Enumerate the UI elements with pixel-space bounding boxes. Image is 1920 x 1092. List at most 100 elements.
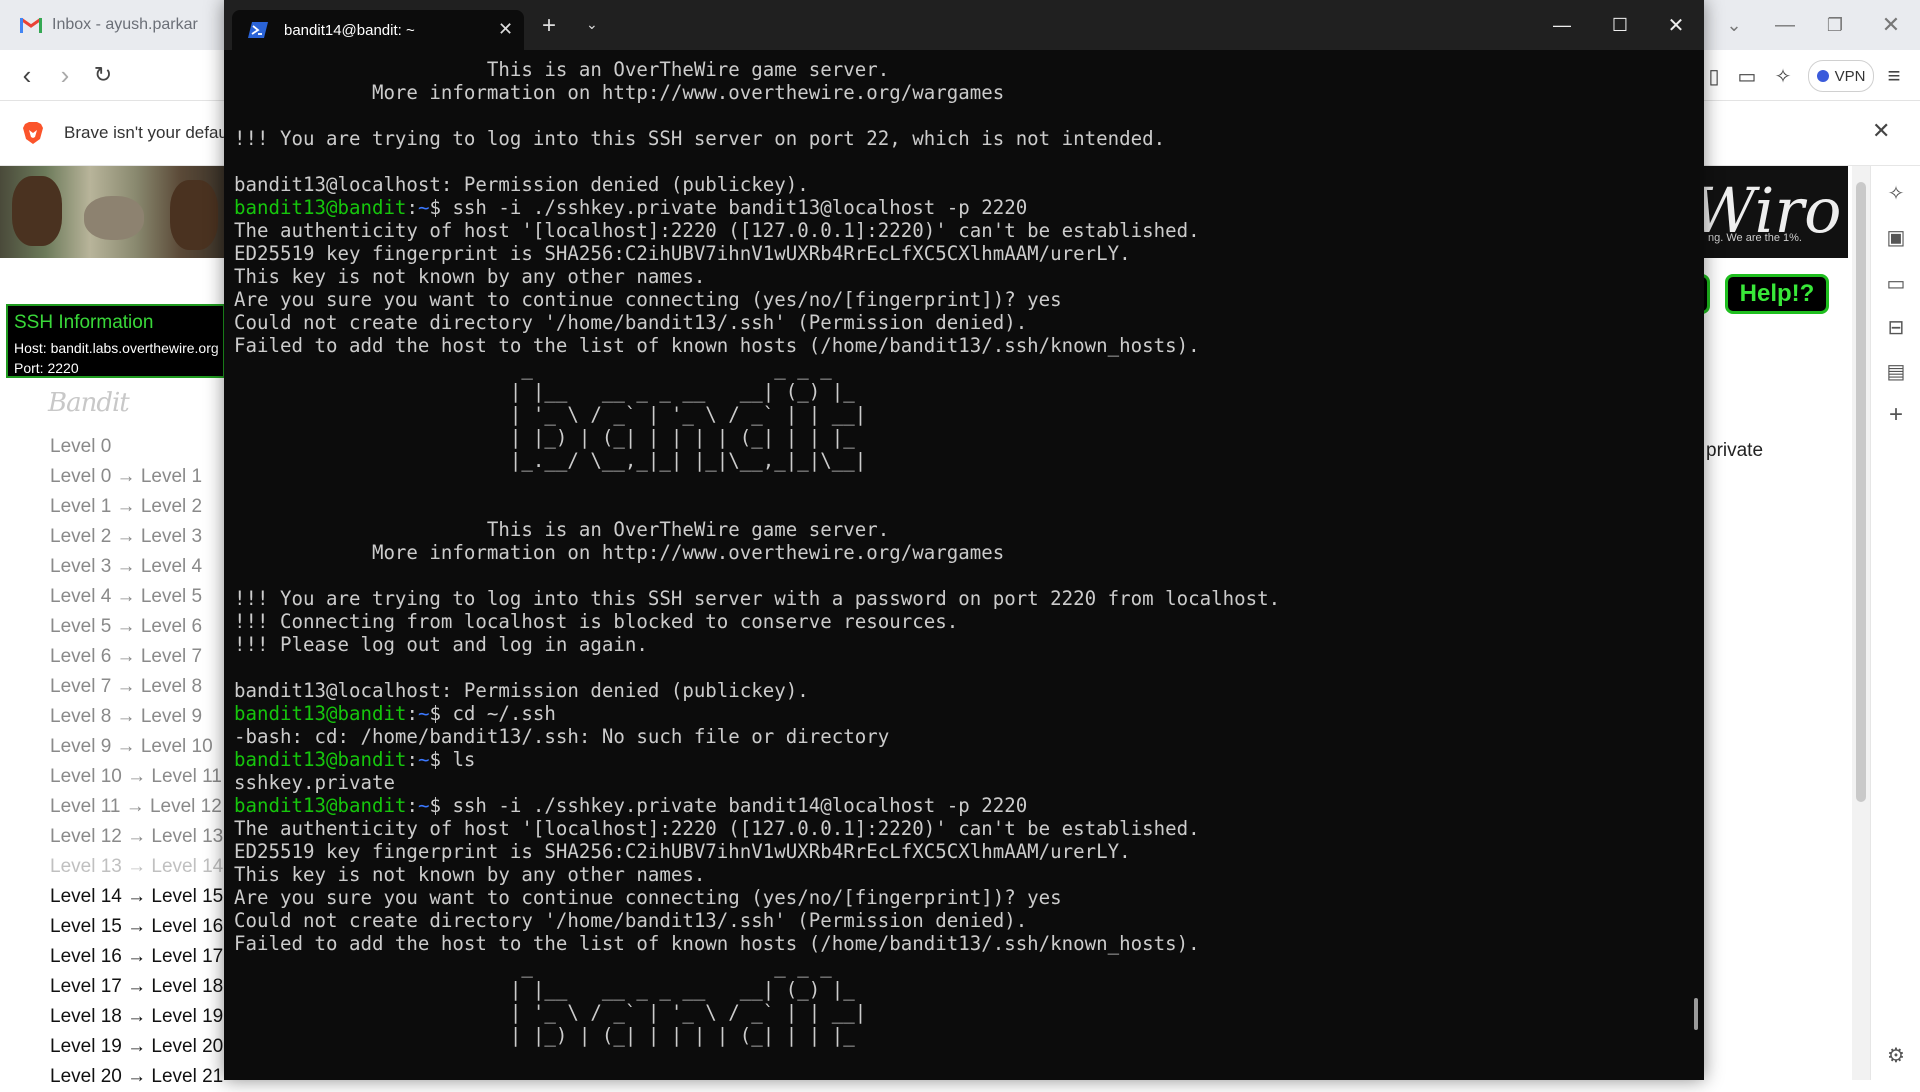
level-link[interactable]: Level 14 → Level 15 — [50, 882, 223, 912]
terminal-prompt-line: bandit13@bandit:~$ ls — [234, 748, 1674, 771]
prompt-dollar: $ — [429, 196, 453, 219]
level-link[interactable]: Level 20 → Level 21 — [50, 1062, 223, 1092]
bandit-logo: Bandit — [48, 388, 130, 418]
terminal-output-line: Could not create directory '/home/bandit… — [234, 909, 1028, 932]
sidebar-toggle-icon[interactable]: ▯ — [1700, 62, 1728, 90]
prompt-user-host: bandit13@bandit — [234, 702, 407, 725]
terminal-output-line: The authenticity of host '[localhost]:22… — [234, 219, 1200, 242]
tab-dropdown-chevron-icon[interactable]: ⌄ — [586, 16, 598, 33]
level-link[interactable]: Level 4 → Level 5 — [50, 582, 223, 612]
terminal-maximize-icon[interactable]: ☐ — [1592, 0, 1648, 50]
prompt-dollar: $ — [429, 702, 453, 725]
terminal-tab[interactable]: bandit14@bandit: ~ ✕ — [232, 10, 524, 50]
level-link[interactable]: Level 17 → Level 18 — [50, 972, 223, 1002]
level-link[interactable]: Level 19 → Level 20 — [50, 1032, 223, 1062]
ssh-info-title: SSH Information — [14, 312, 154, 333]
terminal-output-line: | '_ \ / _` | '_ \ / _` | | __| — [234, 1001, 867, 1024]
terminal-output-line: |_.__/ \__,_|_| |_|\__,_|_|\__| — [234, 449, 867, 472]
domo-cat-banner-image — [0, 166, 225, 258]
terminal-output-line: | |_) | (_| | | | | (_| | | |_ — [234, 426, 855, 449]
terminal-prompt-line: bandit13@bandit:~$ ssh -i ./sshkey.priva… — [234, 196, 1674, 219]
level-link[interactable]: Level 6 → Level 7 — [50, 642, 223, 672]
terminal-prompt-line: bandit13@bandit:~$ ssh -i ./sshkey.priva… — [234, 794, 1674, 817]
level-link[interactable]: Level 10 → Level 11 — [50, 762, 223, 792]
restore-icon[interactable]: ❐ — [1810, 0, 1860, 50]
terminal-tab-close-icon[interactable]: ✕ — [498, 19, 513, 40]
terminal-tab-title: bandit14@bandit: ~ — [284, 22, 415, 39]
new-tab-plus-icon[interactable]: + — [542, 12, 556, 40]
vpn-button[interactable]: VPN — [1808, 60, 1874, 92]
media-sidebar-icon[interactable]: ▣ — [1883, 224, 1909, 250]
wallet-sidebar-icon[interactable]: ▭ — [1883, 270, 1909, 296]
terminal-output-line: Failed to add the host to the list of kn… — [234, 334, 1200, 357]
terminal-output-line: !!! You are trying to log into this SSH … — [234, 127, 1166, 150]
terminal-window[interactable]: bandit14@bandit: ~ ✕ + ⌄ — ☐ ✕ This is a… — [224, 0, 1704, 1080]
terminal-output-line: Failed to add the host to the list of kn… — [234, 932, 1200, 955]
terminal-output-line: This key is not known by any other names… — [234, 863, 706, 886]
terminal-output-line: This is an OverTheWire game server. — [234, 58, 890, 81]
terminal-output[interactable]: This is an OverTheWire game server. More… — [234, 58, 1674, 1080]
browser-tab-label: Inbox - ayush.parkar — [52, 16, 198, 33]
terminal-output-line: bandit13@localhost: Permission denied (p… — [234, 173, 809, 196]
prompt-path: ~ — [417, 702, 430, 725]
terminal-output-line: ED25519 key fingerprint is SHA256:C2ihUB… — [234, 840, 1131, 863]
level-link[interactable]: Level 11 → Level 12 — [50, 792, 223, 822]
forward-icon[interactable]: › — [50, 60, 80, 90]
reading-list-sidebar-icon[interactable]: ▤ — [1883, 358, 1909, 384]
terminal-output-line: | |__ __ _ _ __ __| (_) |_ — [234, 380, 855, 403]
level-link[interactable]: Level 2 → Level 3 — [50, 522, 223, 552]
bookmarks-sidebar-icon[interactable]: ⊟ — [1883, 314, 1909, 340]
level-link[interactable]: Level 9 → Level 10 — [50, 732, 223, 762]
sidebar-settings-gear-icon[interactable]: ⚙ — [1883, 1042, 1909, 1068]
terminal-output-line: _ _ _ _ — [234, 357, 832, 380]
terminal-scrollbar-thumb[interactable] — [1694, 998, 1698, 1030]
browser-side-panel: ✧ ▣ ▭ ⊟ ▤ + ⚙ — [1870, 166, 1920, 1080]
terminal-close-icon[interactable]: ✕ — [1648, 0, 1704, 50]
level-link[interactable]: Level 0 → Level 1 — [50, 462, 223, 492]
level-nav-list: Level 0 Level 0 → Level 1 Level 1 → Level … — [50, 432, 223, 1092]
browser-tab-gmail[interactable]: Inbox - ayush.parkar — [10, 8, 230, 42]
help-button[interactable]: Help!? — [1725, 274, 1829, 314]
minimize-icon[interactable]: — — [1760, 0, 1810, 50]
tab-list-chevron-icon[interactable]: ⌄ — [1714, 0, 1754, 50]
level-link[interactable]: Level 7 → Level 8 — [50, 672, 223, 702]
level-link[interactable]: Level 18 → Level 19 — [50, 1002, 223, 1032]
terminal-output-line: !!! You are trying to log into this SSH … — [234, 587, 1281, 610]
page-scrollbar-thumb[interactable] — [1856, 182, 1866, 802]
back-icon[interactable]: ‹ — [12, 60, 42, 90]
level-link[interactable]: Level 3 → Level 4 — [50, 552, 223, 582]
terminal-output-line: _ _ _ _ — [234, 955, 832, 978]
leo-sidebar-icon[interactable]: ✧ — [1883, 180, 1909, 206]
level-link[interactable]: Level 15 → Level 16 — [50, 912, 223, 942]
wallet-icon[interactable]: ▭ — [1733, 62, 1761, 90]
terminal-output-line: This key is not known by any other names… — [234, 265, 706, 288]
infobar-close-icon[interactable]: ✕ — [1872, 118, 1890, 144]
level-link[interactable]: Level 8 → Level 9 — [50, 702, 223, 732]
menu-icon[interactable]: ≡ — [1880, 62, 1908, 90]
brave-lion-icon — [22, 121, 44, 145]
terminal-title-bar: bandit14@bandit: ~ ✕ + ⌄ — ☐ ✕ — [224, 0, 1704, 50]
level-link[interactable]: Level 12 → Level 13 — [50, 822, 223, 852]
terminal-minimize-icon[interactable]: — — [1534, 0, 1590, 50]
level-link[interactable]: Level 16 → Level 17 — [50, 942, 223, 972]
level-link[interactable]: Level 1 → Level 2 — [50, 492, 223, 522]
prompt-command: ssh -i ./sshkey.private bandit14@localho… — [452, 794, 1028, 817]
terminal-output-line: !!! Connecting from localhost is blocked… — [234, 610, 959, 633]
page-scrollbar[interactable] — [1852, 166, 1870, 1080]
close-window-icon[interactable]: ✕ — [1866, 0, 1916, 50]
leo-ai-icon[interactable]: ✧ — [1769, 62, 1797, 90]
level-link[interactable]: Level 13 → Level 14 — [50, 852, 223, 882]
prompt-user-host: bandit13@bandit — [234, 196, 407, 219]
terminal-output-line: sshkey.private — [234, 771, 395, 794]
prompt-path: ~ — [417, 748, 430, 771]
reload-icon[interactable]: ↻ — [88, 60, 118, 90]
terminal-output-line: Are you sure you want to continue connec… — [234, 886, 1062, 909]
add-sidebar-icon[interactable]: + — [1883, 401, 1909, 428]
level-link[interactable]: Level 0 — [50, 432, 223, 462]
terminal-output-line: More information on http://www.overthewi… — [234, 81, 1005, 104]
terminal-output-line: More information on http://www.overthewi… — [234, 541, 1005, 564]
level-link[interactable]: Level 5 → Level 6 — [50, 612, 223, 642]
